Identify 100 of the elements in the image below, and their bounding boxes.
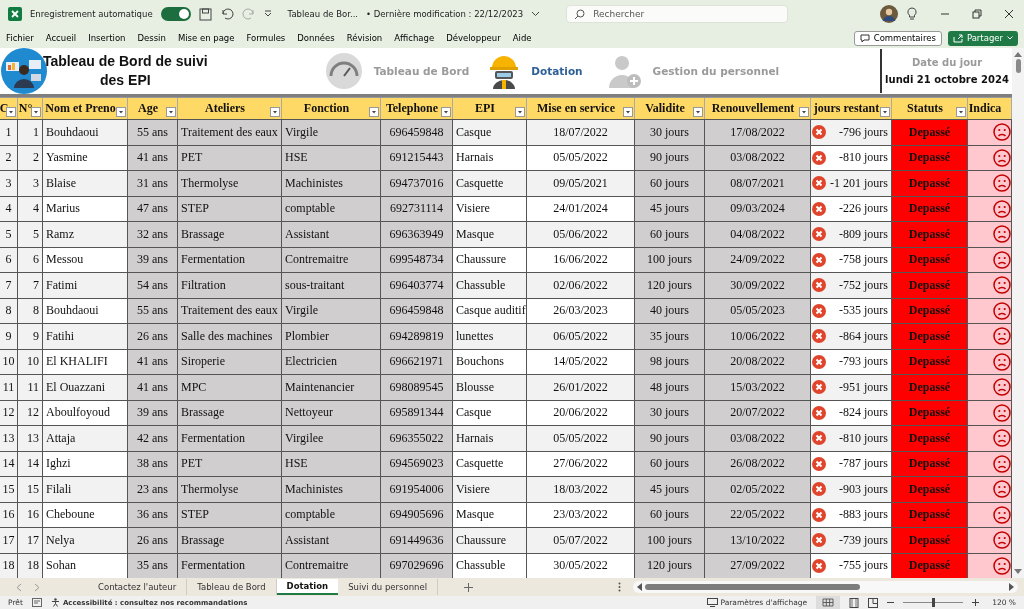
add-sheet-icon[interactable]	[464, 582, 473, 592]
menu-item[interactable]: Accueil	[45, 33, 77, 43]
table-cell: 45 jours	[635, 196, 705, 221]
file-name[interactable]: Tableau de Bor...	[287, 9, 359, 19]
table-cell: Visiere	[453, 477, 527, 502]
filter-dropdown-button[interactable]	[441, 107, 451, 117]
sheet-tab[interactable]: Contactez l'auteur	[88, 579, 188, 595]
autosave-toggle[interactable]	[160, 7, 191, 21]
scroll-right-icon[interactable]	[1009, 583, 1014, 591]
filter-dropdown-button[interactable]	[956, 107, 966, 117]
table-cell: -883 jours	[839, 507, 888, 523]
table-cell: Virgile	[282, 298, 381, 323]
page-break-icon[interactable]	[868, 597, 879, 608]
table-cell: -535 jours	[839, 303, 888, 319]
table-cell: Casque	[453, 400, 527, 425]
filter-dropdown-button[interactable]	[515, 107, 525, 117]
menu-item[interactable]: Affichage	[394, 33, 435, 43]
table-cell: 26 ans	[128, 528, 178, 553]
scrollbar-thumb[interactable]	[1015, 59, 1021, 73]
status-cell: Depassé	[892, 171, 968, 196]
sad-face-icon	[993, 556, 1011, 575]
table-cell: Bouchons	[453, 349, 527, 374]
table-cell: 120 jours	[635, 553, 705, 578]
table-cell: 27/09/2022	[705, 553, 811, 578]
table-cell: 5	[18, 222, 43, 247]
table-cell: Visiere	[453, 196, 527, 221]
table-cell: 41 ans	[128, 145, 178, 170]
filter-dropdown-button[interactable]	[880, 107, 890, 117]
filter-dropdown-button[interactable]	[6, 107, 16, 117]
table-cell: 23 ans	[128, 477, 178, 502]
lightbulb-icon[interactable]	[906, 7, 918, 21]
table-cell: 35 ans	[128, 553, 178, 578]
page-layout-icon[interactable]	[849, 597, 860, 608]
menu-item[interactable]: Mise en page	[177, 33, 235, 43]
table-cell: 14	[18, 451, 43, 476]
sad-face-icon	[993, 250, 1011, 269]
sheet-tab[interactable]: Tableau de Bord	[187, 579, 277, 595]
menu-item[interactable]: Formules	[246, 33, 286, 43]
more-icon[interactable]	[618, 582, 621, 592]
scroll-up-icon[interactable]	[1014, 51, 1022, 57]
filter-dropdown-button[interactable]	[270, 107, 280, 117]
table-cell: Aboulfoyoud	[43, 400, 128, 425]
macro-icon[interactable]	[31, 598, 42, 607]
avatar-icon[interactable]	[880, 5, 898, 23]
filter-dropdown-button[interactable]	[799, 107, 809, 117]
table-cell: 39 ans	[128, 247, 178, 272]
nav-button[interactable]: Dotation	[487, 52, 583, 90]
menu-item[interactable]: Révision	[346, 33, 383, 43]
error-icon	[812, 380, 826, 395]
menu-item[interactable]: Aide	[512, 33, 532, 43]
table-cell: 13	[18, 426, 43, 451]
close-icon[interactable]	[1004, 9, 1014, 19]
menu-item[interactable]: Développeur	[446, 33, 501, 43]
filter-dropdown-button[interactable]	[166, 107, 176, 117]
comment-icon	[859, 33, 870, 43]
error-icon	[812, 533, 826, 548]
error-icon	[812, 125, 826, 140]
table-cell: -903 jours	[839, 481, 888, 497]
table-cell: Casque auditif	[453, 298, 527, 323]
scrollbar-thumb[interactable]	[645, 584, 860, 590]
scroll-left-icon[interactable]	[637, 583, 642, 591]
comments-button[interactable]: Commentaires	[853, 30, 942, 46]
table-cell: 09/03/2024	[705, 196, 811, 221]
filter-dropdown-button[interactable]	[31, 107, 41, 117]
share-button[interactable]: Partager	[947, 30, 1018, 46]
zoom-in-icon[interactable]	[972, 599, 980, 606]
menu-item[interactable]: Fichier	[6, 33, 34, 43]
filter-dropdown-button[interactable]	[623, 107, 633, 117]
filter-dropdown-button[interactable]	[693, 107, 703, 117]
table-cell: Fatimi	[43, 273, 128, 298]
menu-item[interactable]: Dessin	[137, 33, 166, 43]
table-cell: Machinistes	[282, 477, 381, 502]
menu-item[interactable]: Insertion	[88, 33, 126, 43]
vertical-scrollbar[interactable]	[1012, 48, 1024, 578]
undo-icon[interactable]	[219, 8, 234, 20]
menu-item[interactable]: Données	[297, 33, 335, 43]
normal-view-icon[interactable]	[816, 596, 841, 609]
sad-face-icon	[993, 352, 1011, 371]
table-cell: 5	[0, 222, 18, 247]
table-cell: 54 ans	[128, 273, 178, 298]
table-cell: 05/06/2022	[527, 222, 635, 247]
filter-dropdown-button[interactable]	[116, 107, 126, 117]
restore-icon[interactable]	[972, 9, 982, 19]
table-cell: 1	[0, 120, 18, 145]
zoom-out-icon[interactable]	[887, 599, 895, 606]
table-cell: Traitement des eaux	[178, 298, 282, 323]
scroll-down-icon[interactable]	[1014, 569, 1022, 575]
caret-icon	[1007, 36, 1013, 40]
table-cell: 698089545	[381, 375, 453, 400]
horizontal-scrollbar[interactable]	[633, 581, 1018, 593]
search-field[interactable]: Rechercher	[566, 5, 789, 23]
customize-icon[interactable]	[263, 10, 272, 18]
save-icon[interactable]	[198, 7, 212, 21]
filter-dropdown-button[interactable]	[369, 107, 379, 117]
chevron-down-icon[interactable]	[531, 11, 541, 17]
sheet-tab[interactable]: Suivi du personnel	[338, 579, 438, 595]
table-cell: El Ouazzani	[43, 375, 128, 400]
table-cell: Harnais	[453, 145, 527, 170]
sheet-tab[interactable]: Dotation	[276, 579, 339, 595]
table-cell: -824 jours	[839, 405, 888, 421]
